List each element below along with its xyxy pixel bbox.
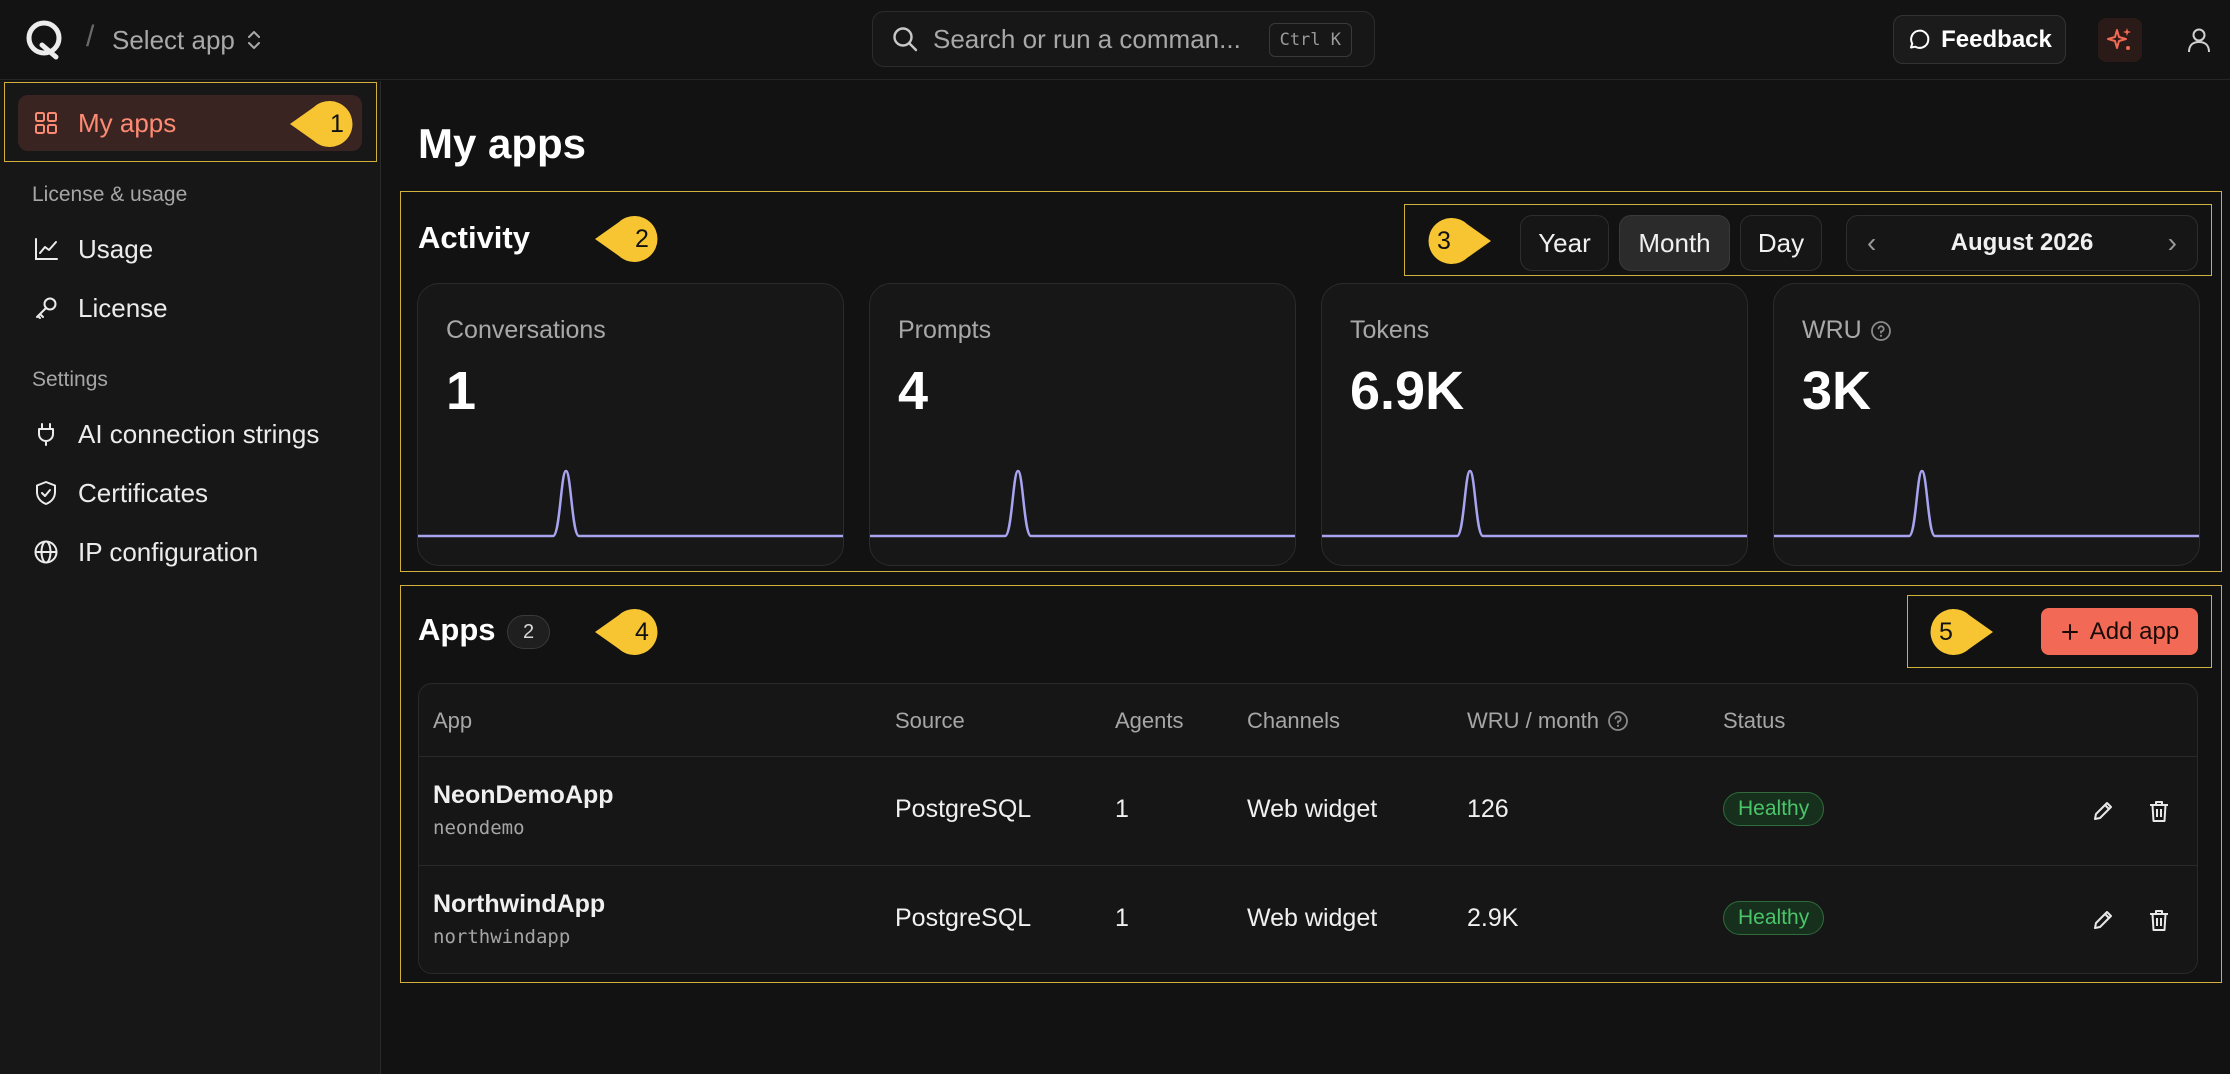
page-title: My apps [418,120,587,167]
shield-check-icon [36,481,56,505]
user-icon [2188,28,2210,53]
sidebar: My apps License & usage Usage License Se… [0,81,381,1074]
plug-icon [38,423,54,446]
annotation-marker-1: 1 [290,101,360,147]
sidebar-heading-license: License & usage [32,183,188,206]
breadcrumb-separator: / [86,20,95,53]
annotation-marker-5: 5 [1923,609,1993,655]
globe-icon [34,540,58,564]
search-shortcut: Ctrl K [1268,23,1352,57]
sidebar-item-label: AI connection strings [78,418,320,449]
command-search[interactable]: Ctrl K [872,11,1375,67]
annotation-box-3 [1404,204,2212,276]
chart-line-icon [35,238,58,260]
annotation-marker-4: 4 [595,609,665,655]
search-icon [893,27,918,52]
sidebar-item-label: License [78,292,168,323]
search-input[interactable] [933,23,1253,55]
app-logo[interactable] [22,17,68,63]
sparkles-icon [2107,28,2131,50]
sidebar-item-certificates[interactable]: Certificates [18,465,362,521]
annotation-marker-2: 2 [595,216,665,262]
key-icon [36,297,57,319]
sidebar-item-usage[interactable]: Usage [18,221,362,277]
user-menu-button[interactable] [2180,21,2218,59]
ai-assistant-button[interactable] [2098,18,2142,62]
sidebar-item-ai-connection-strings[interactable]: AI connection strings [18,406,362,462]
sidebar-item-label: IP configuration [78,536,259,567]
annotation-marker-3: 3 [1421,218,1491,264]
app-selector-label: Select app [112,24,235,55]
sidebar-item-license[interactable]: License [18,280,362,336]
sidebar-heading-settings: Settings [32,368,108,391]
feedback-button[interactable]: Feedback [1893,15,2066,64]
sidebar-item-ip-configuration[interactable]: IP configuration [18,524,362,580]
sidebar-item-label: Usage [78,233,154,264]
chevron-up-down-icon [247,31,260,49]
feedback-label: Feedback [1941,25,2052,53]
app-selector[interactable]: Select app [112,22,263,58]
message-circle-icon [1910,29,1930,49]
top-bar: / Select app Ctrl K Feedback [0,0,2230,80]
sidebar-item-label: Certificates [78,477,209,508]
